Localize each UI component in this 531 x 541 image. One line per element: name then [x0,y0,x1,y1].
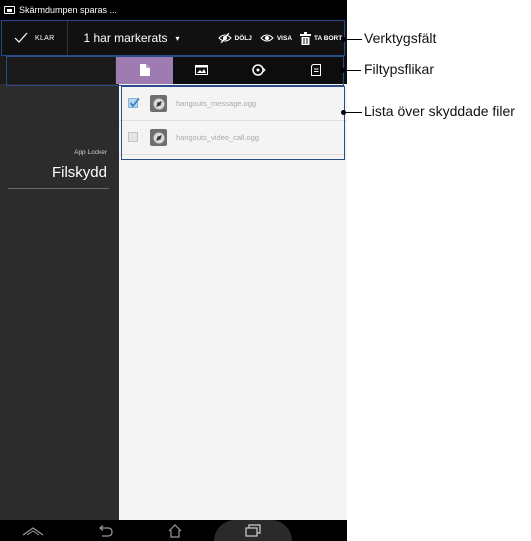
tabs-callout-box [6,56,344,86]
sidebar: App Locker Filskydd [0,84,119,520]
list-callout-line [344,112,362,113]
status-text: Skärmdumpen sparas ... [19,5,118,15]
toolbar-callout-line [344,39,362,40]
app-name: App Locker [74,149,107,156]
back-icon [99,524,113,537]
home-chevron-button[interactable] [18,520,48,541]
home-icon [168,523,182,538]
list-callout-box [121,86,345,160]
recent-apps-icon [245,524,261,537]
toolbar-callout-box [1,20,345,56]
home-button[interactable] [160,520,190,541]
list-callout-label: Lista över skyddade filer [364,103,515,119]
recent-apps-button[interactable] [214,520,292,541]
back-button[interactable] [90,520,120,541]
status-bar: Skärmdumpen sparas ... [0,0,347,20]
sidebar-item-filskydd[interactable]: Filskydd [52,164,107,181]
navigation-bar [0,520,347,541]
chevron-up-icon [22,526,44,535]
sidebar-divider [8,188,109,189]
toolbar-callout-label: Verktygsfält [364,30,437,46]
tabs-callout-label: Filtypsflikar [364,61,435,77]
screenshot-icon [4,6,15,14]
tabs-callout-line [343,70,361,71]
